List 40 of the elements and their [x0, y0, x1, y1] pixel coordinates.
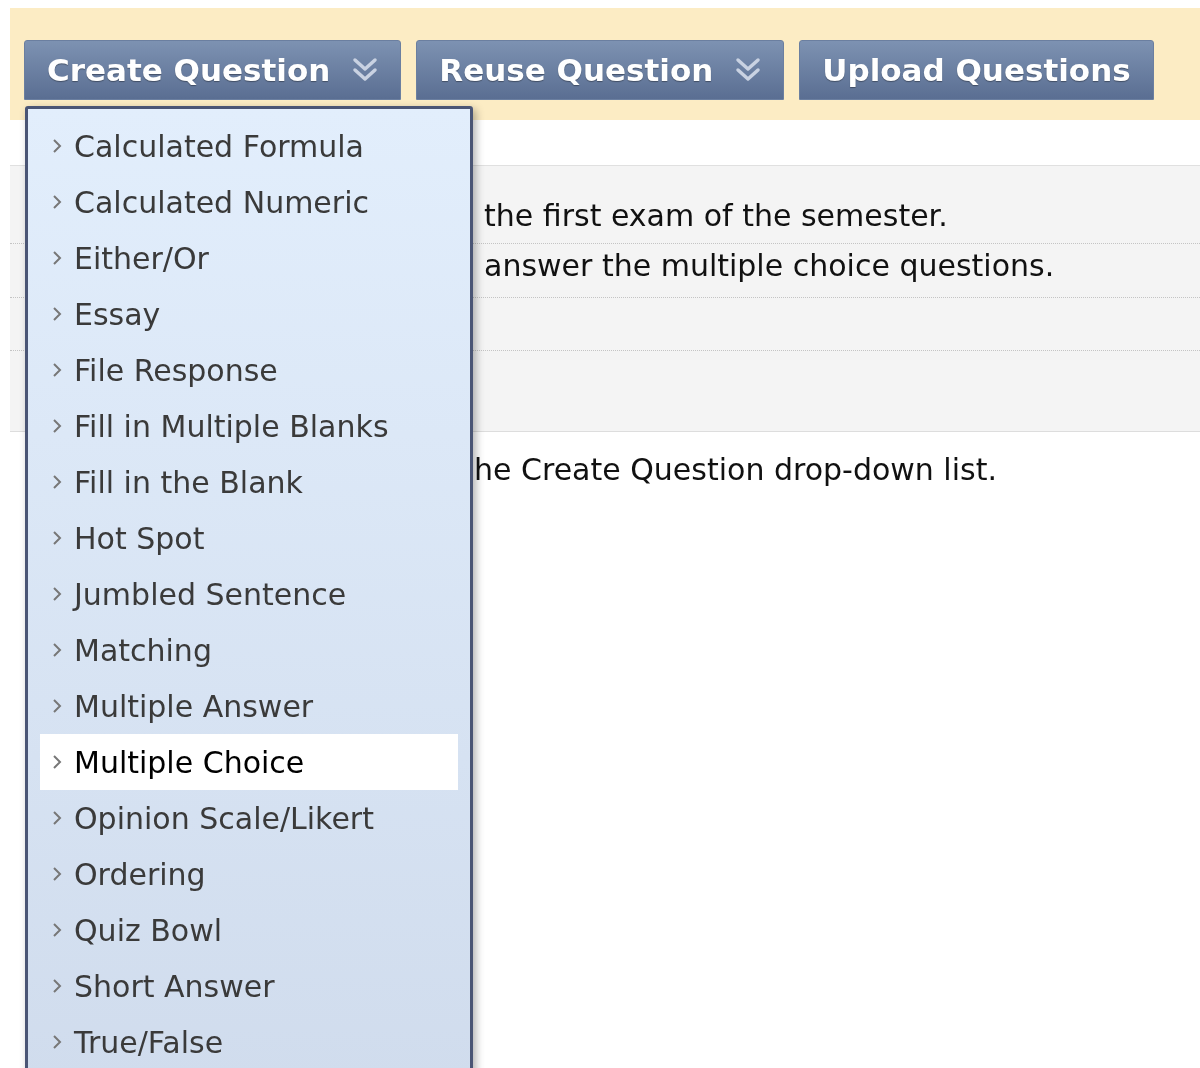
chevron-icon [52, 978, 62, 994]
menu-item[interactable]: True/False [40, 1014, 458, 1068]
menu-item[interactable]: Calculated Formula [40, 118, 458, 174]
menu-item[interactable]: Essay [40, 286, 458, 342]
menu-item[interactable]: Multiple Choice [40, 734, 458, 790]
menu-item[interactable]: Calculated Numeric [40, 174, 458, 230]
chevron-icon [52, 642, 62, 658]
menu-item[interactable]: Jumbled Sentence [40, 566, 458, 622]
chevron-icon [52, 922, 62, 938]
menu-item[interactable]: Multiple Answer [40, 678, 458, 734]
menu-item[interactable]: Ordering [40, 846, 458, 902]
chevron-icon [52, 138, 62, 154]
chevron-icon [52, 1034, 62, 1050]
chevron-icon [52, 362, 62, 378]
chevron-icon [52, 866, 62, 882]
chevron-icon [52, 306, 62, 322]
chevron-icon [52, 530, 62, 546]
instruction-text: he Create Question drop-down list. [474, 452, 997, 487]
menu-item[interactable]: File Response [40, 342, 458, 398]
description-text: the first exam of the semester. [484, 198, 948, 233]
menu-item[interactable]: Short Answer [40, 958, 458, 1014]
chevron-icon [52, 250, 62, 266]
menu-item[interactable]: Either/Or [40, 230, 458, 286]
menu-item[interactable]: Opinion Scale/Likert [40, 790, 458, 846]
chevron-icon [52, 810, 62, 826]
menu-item[interactable]: Fill in Multiple Blanks [40, 398, 458, 454]
chevron-icon [52, 754, 62, 770]
toolbar-button[interactable]: Create Question [24, 40, 402, 100]
toolbar-button[interactable]: Reuse Question [416, 40, 785, 100]
chevron-icon [52, 698, 62, 714]
toolbar-button[interactable]: Upload Questions [799, 40, 1154, 100]
menu-item[interactable]: Hot Spot [40, 510, 458, 566]
menu-item[interactable]: Quiz Bowl [40, 902, 458, 958]
chevron-icon [52, 474, 62, 490]
chevron-icon [52, 194, 62, 210]
chevron-icon [52, 418, 62, 434]
menu-item[interactable]: Matching [40, 622, 458, 678]
description-text: answer the multiple choice questions. [484, 248, 1055, 283]
menu-item[interactable]: Fill in the Blank [40, 454, 458, 510]
chevron-icon [52, 586, 62, 602]
